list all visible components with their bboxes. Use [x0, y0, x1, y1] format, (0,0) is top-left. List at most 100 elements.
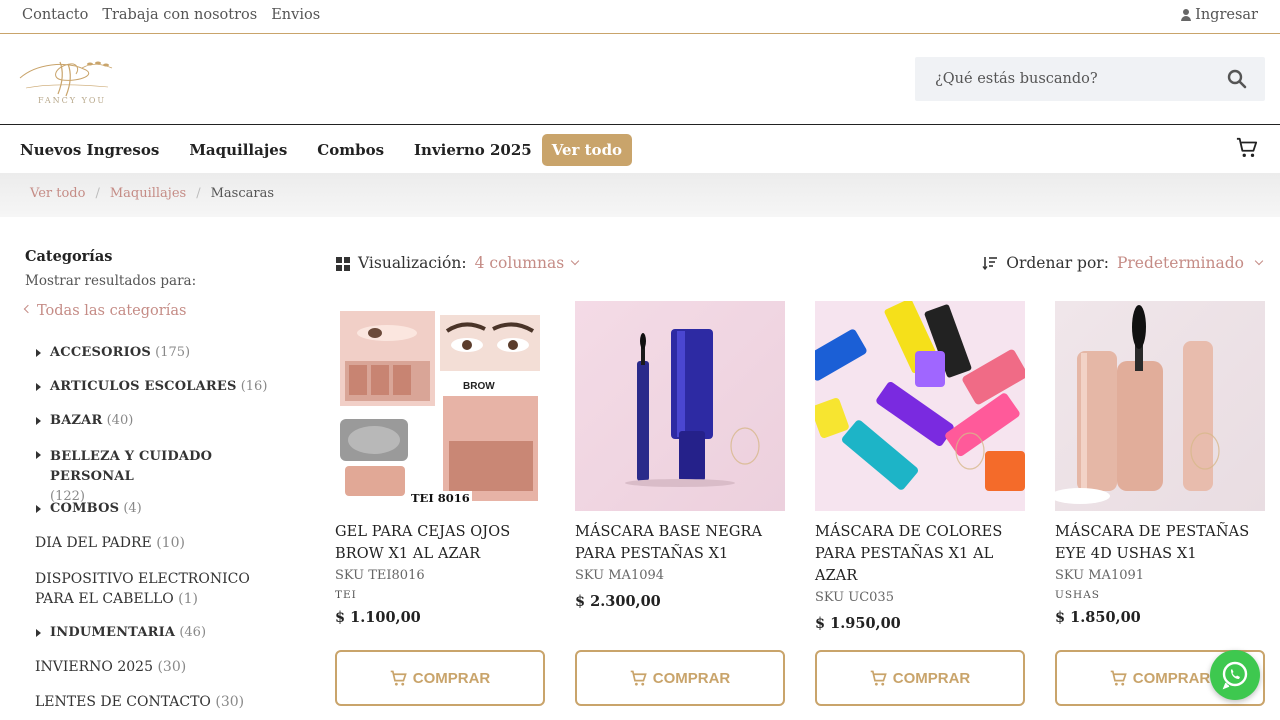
category-indumentaria[interactable]: INDUMENTARIA (46)	[36, 625, 206, 640]
category-articulos-escolares[interactable]: ARTICULOS ESCOLARES (16)	[36, 379, 267, 394]
caret-right-icon	[36, 505, 41, 513]
product-card: BROW TEI 8016 GEL PARA CEJAS OJOS BROW X…	[335, 301, 545, 626]
sidebar-title: Categorías	[25, 248, 113, 265]
category-combos[interactable]: COMBOS (4)	[36, 501, 142, 516]
product-sku: SKU TEI8016	[335, 568, 425, 583]
category-dispositivo-electronico[interactable]: DISPOSITIVO ELECTRONICO PARA EL CABELLO …	[35, 569, 285, 609]
login-label: Ingresar	[1195, 7, 1258, 23]
product-name[interactable]: MÁSCARA BASE NEGRA PARA PESTAÑAS X1	[575, 521, 785, 565]
caret-right-icon	[36, 629, 41, 637]
buy-button[interactable]: COMPRAR	[815, 650, 1025, 706]
whatsapp-button[interactable]	[1210, 650, 1260, 700]
breadcrumb-maquillajes[interactable]: Maquillajes	[110, 186, 186, 201]
view-columns-control: Visualización: 4 columnas	[336, 254, 580, 272]
caret-right-icon	[36, 451, 41, 459]
breadcrumb-bar: Ver todo / Maquillajes / Mascaras	[0, 173, 1280, 217]
nav-maquillajes[interactable]: Maquillajes	[189, 141, 287, 159]
product-sku: SKU UC035	[815, 590, 894, 605]
search-input[interactable]	[915, 57, 1215, 101]
store-logo[interactable]: FANCY YOU	[16, 54, 120, 110]
product-price: $ 1.950,00	[815, 615, 901, 632]
search-icon[interactable]	[1227, 69, 1247, 89]
product-card: MÁSCARA DE PESTAÑAS EYE 4D USHAS X1 SKU …	[1055, 301, 1265, 626]
caret-right-icon	[36, 383, 41, 391]
caret-right-icon	[36, 349, 41, 357]
search-bar	[915, 57, 1265, 101]
product-name[interactable]: MÁSCARA DE PESTAÑAS EYE 4D USHAS X1	[1055, 521, 1265, 565]
black-mascara-image	[625, 329, 760, 487]
sort-select[interactable]: Predeterminado	[1116, 254, 1264, 272]
buy-button[interactable]: COMPRAR	[575, 650, 785, 706]
whatsapp-icon	[1222, 661, 1248, 690]
top-utility-bar: Contacto Trabaja con nosotros Envios Ing…	[0, 0, 1280, 34]
product-name[interactable]: GEL PARA CEJAS OJOS BROW X1 AL AZAR	[335, 521, 545, 565]
product-sku: SKU MA1094	[575, 568, 665, 583]
cart-buy-icon	[870, 670, 887, 686]
view-columns-value: 4 columnas	[474, 254, 565, 272]
category-dia-del-padre[interactable]: DIA DEL PADRE (10)	[35, 535, 185, 551]
site-header: FANCY YOU	[0, 34, 1280, 125]
nav-combos[interactable]: Combos	[317, 141, 384, 159]
cart-buy-icon	[390, 670, 407, 686]
buy-button-label: COMPRAR	[892, 669, 971, 687]
category-accesorios[interactable]: ACCESORIOS (175)	[36, 345, 190, 360]
category-lentes-de-contacto[interactable]: LENTES DE CONTACTO (30)	[35, 694, 244, 710]
product-brand: TEI	[335, 589, 357, 601]
product-image[interactable]	[815, 301, 1025, 511]
buy-button[interactable]: COMPRAR	[335, 650, 545, 706]
product-image[interactable]: BROW TEI 8016	[335, 301, 545, 511]
sort-icon	[982, 257, 998, 270]
product-sku: SKU MA1091	[1055, 568, 1145, 583]
view-columns-select[interactable]: 4 columnas	[474, 254, 580, 272]
ushas-mascara-image	[1055, 305, 1220, 504]
product-card: MÁSCARA DE COLORES PARA PESTAÑAS X1 AL A…	[815, 301, 1025, 632]
main-nav: Nuevos Ingresos Maquillajes Combos Invie…	[0, 126, 1280, 173]
sort-label: Ordenar por:	[1006, 254, 1109, 272]
buy-button-label: COMPRAR	[412, 669, 491, 687]
top-links: Contacto Trabaja con nosotros Envios	[22, 7, 320, 23]
breadcrumb: Ver todo / Maquillajes / Mascaras	[30, 186, 274, 201]
login-link[interactable]: Ingresar	[1181, 7, 1258, 23]
category-belleza[interactable]: BELLEZA Y CUIDADO PERSONAL (122)	[36, 447, 280, 507]
all-categories-label: Todas las categorías	[37, 303, 187, 319]
sort-control: Ordenar por: Predeterminado	[982, 254, 1264, 272]
all-categories-link[interactable]: Todas las categorías	[23, 303, 285, 319]
nav-nuevos-ingresos[interactable]: Nuevos Ingresos	[20, 141, 159, 159]
category-bazar[interactable]: BAZAR (40)	[36, 413, 133, 428]
logo-wordmark: FANCY YOU	[38, 96, 107, 105]
buy-button-label: COMPRAR	[1132, 669, 1211, 687]
product-name[interactable]: MÁSCARA DE COLORES PARA PESTAÑAS X1 AL A…	[815, 521, 1025, 587]
product-brand: USHAS	[1055, 589, 1100, 601]
cart-icon[interactable]	[1236, 137, 1258, 159]
brow-gel-display-image: BROW	[340, 311, 540, 501]
category-sidebar: Categorías Mostrar resultados para: Toda…	[23, 248, 285, 319]
jobs-link[interactable]: Trabaja con nosotros	[102, 7, 257, 23]
product-price: $ 1.850,00	[1055, 609, 1141, 626]
sort-value: Predeterminado	[1116, 254, 1244, 272]
buy-button-label: COMPRAR	[652, 669, 731, 687]
cart-buy-icon	[630, 670, 647, 686]
product-image[interactable]	[575, 301, 785, 511]
colored-mascaras-image	[815, 301, 1025, 491]
nav-invierno-2025[interactable]: Invierno 2025	[414, 141, 532, 159]
shipping-link[interactable]: Envios	[271, 7, 320, 23]
view-label: Visualización:	[358, 254, 467, 272]
contact-link[interactable]: Contacto	[22, 7, 88, 23]
breadcrumb-separator: /	[196, 186, 201, 201]
grid-icon	[336, 257, 350, 271]
product-price: $ 1.100,00	[335, 609, 421, 626]
breadcrumb-ver-todo[interactable]: Ver todo	[30, 186, 85, 201]
product-image[interactable]	[1055, 301, 1265, 511]
category-invierno-2025[interactable]: INVIERNO 2025 (30)	[35, 659, 186, 675]
breadcrumb-separator: /	[95, 186, 100, 201]
cart-buy-icon	[1110, 670, 1127, 686]
nav-ver-todo-button[interactable]: Ver todo	[541, 133, 633, 166]
user-icon	[1181, 9, 1192, 21]
product-image-label: TEI 8016	[409, 491, 472, 505]
product-card: MÁSCARA BASE NEGRA PARA PESTAÑAS X1 SKU …	[575, 301, 785, 610]
product-price: $ 2.300,00	[575, 593, 661, 610]
chevron-down-icon	[570, 256, 580, 266]
chevron-down-icon	[1254, 256, 1264, 266]
caret-right-icon	[36, 417, 41, 425]
chevron-left-icon	[23, 304, 33, 314]
